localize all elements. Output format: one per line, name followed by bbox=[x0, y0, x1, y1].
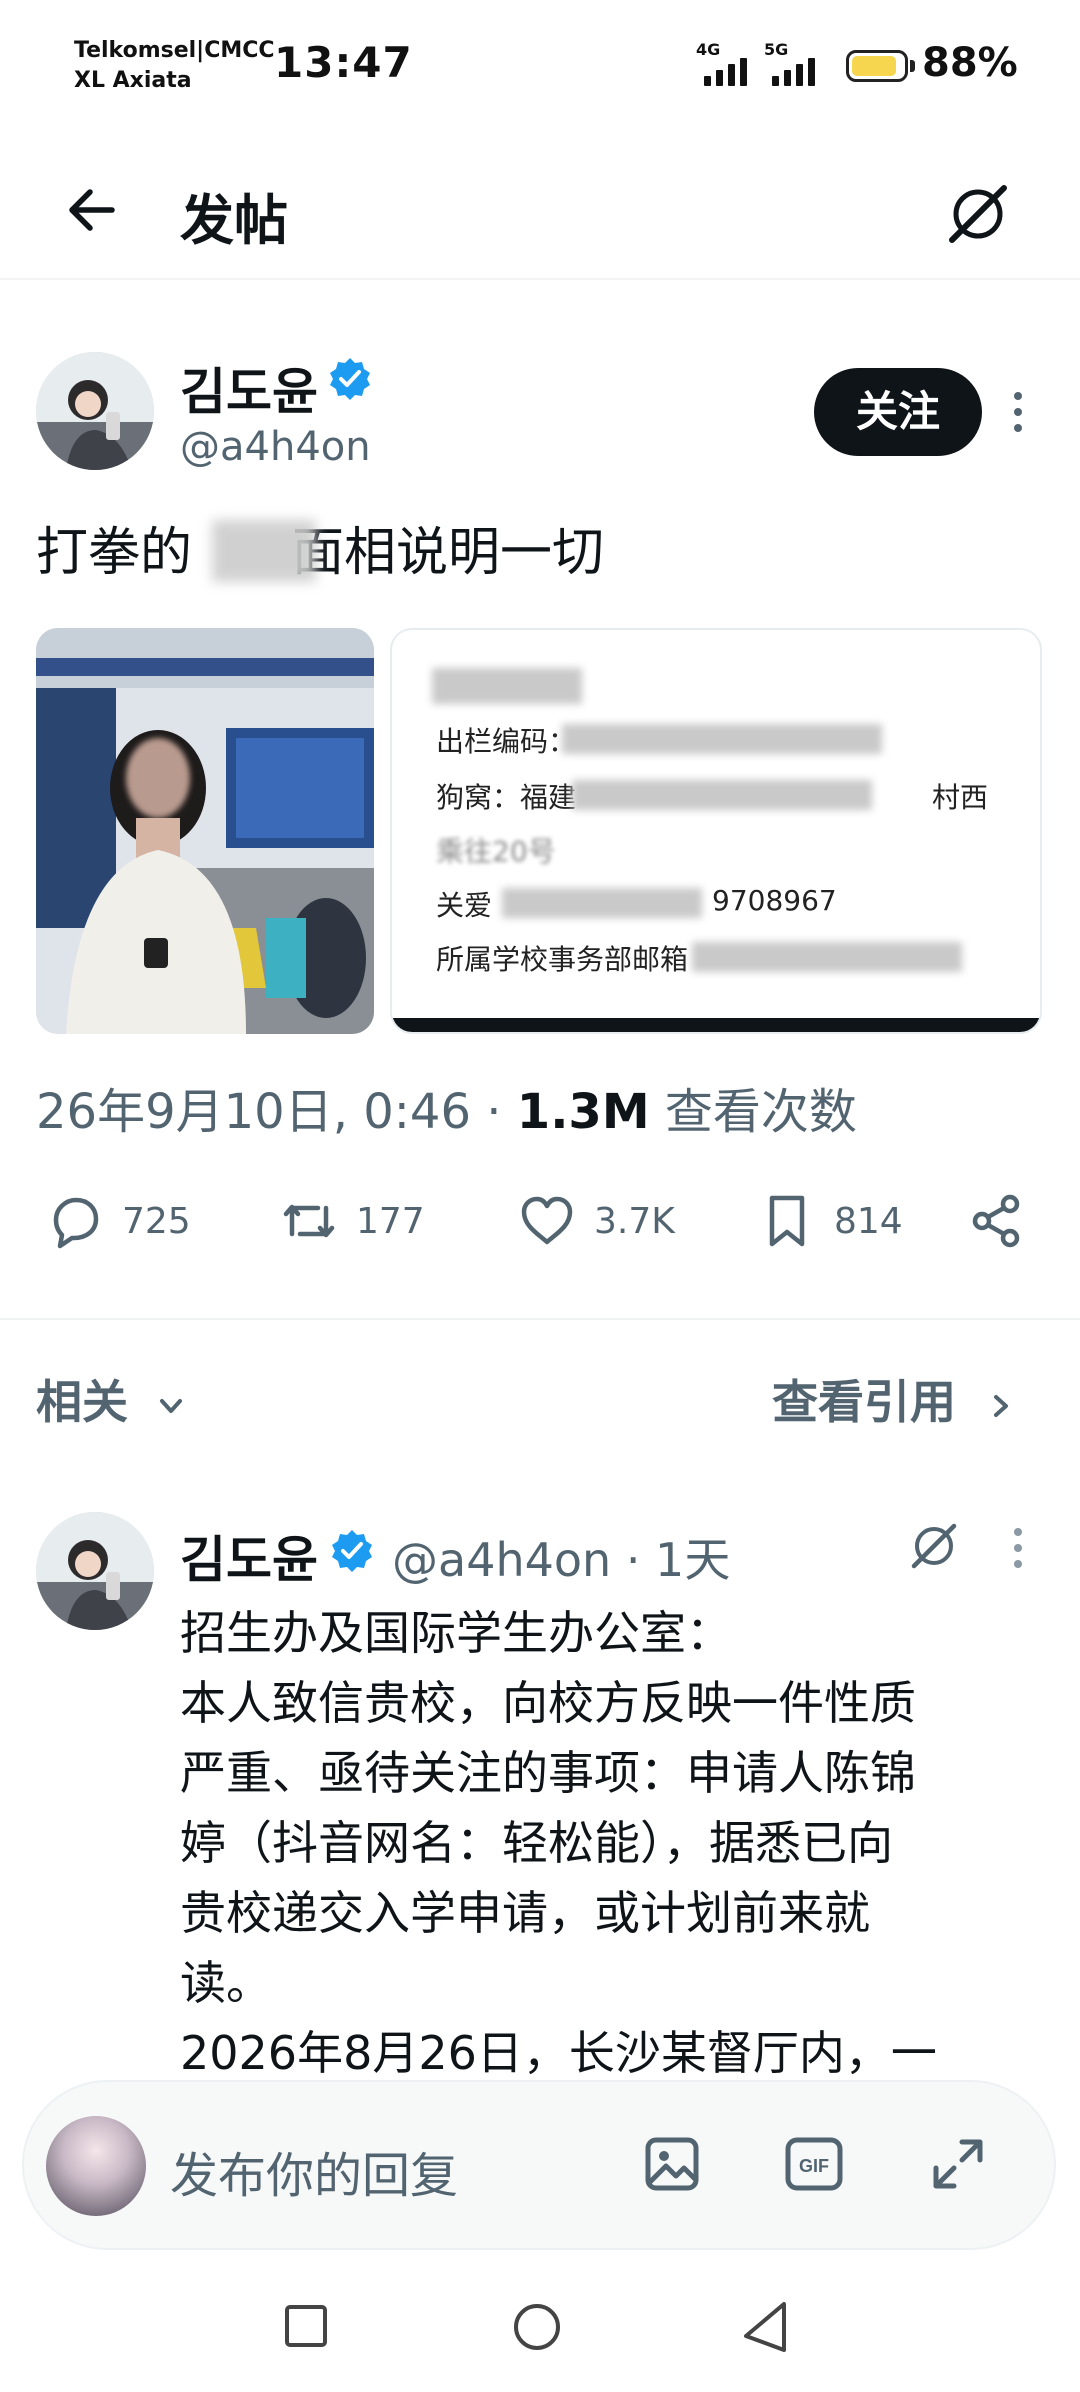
doc-line: 狗窝：福建 bbox=[436, 781, 577, 814]
cellular-signal-icon: 4G bbox=[696, 40, 752, 90]
verified-badge-icon bbox=[332, 1530, 372, 1572]
reply-time: · 1天 bbox=[625, 1533, 731, 1587]
back-arrow-icon[interactable] bbox=[62, 180, 122, 240]
cellular-signal-icon: 5G bbox=[764, 40, 826, 90]
view-quotes-link[interactable]: 查看引用 bbox=[772, 1366, 1018, 1432]
repost-button[interactable]: 177 bbox=[278, 1190, 425, 1252]
post-text: 打拳的 面相说明一切 bbox=[36, 523, 605, 583]
verified-badge-icon bbox=[330, 358, 370, 400]
header-divider bbox=[0, 278, 1080, 280]
doc-line: 村西 bbox=[932, 781, 989, 814]
chevron-right-icon bbox=[994, 1394, 1009, 1417]
expand-icon[interactable] bbox=[926, 2132, 990, 2196]
doc-line: 所属学校事务部邮箱 bbox=[436, 943, 689, 976]
reply-text: 招生办及国际学生办公室： 本人致信贵校，向校方反映一件性质 严重、亟待关注的事项… bbox=[180, 1606, 937, 2080]
section-divider bbox=[0, 1318, 1080, 1320]
repost-count: 177 bbox=[356, 1200, 425, 1242]
grok-icon[interactable] bbox=[906, 1518, 962, 1574]
doc-line: 9708967 bbox=[712, 884, 837, 917]
reply-button[interactable]: 725 bbox=[44, 1190, 191, 1252]
author-avatar[interactable] bbox=[36, 352, 154, 470]
doc-line: 出栏编码： bbox=[436, 725, 577, 758]
blurred-text bbox=[212, 520, 316, 582]
follow-button[interactable]: 关注 bbox=[814, 368, 982, 456]
carrier-label: Telkomsel|CMCC XL Axiata bbox=[74, 38, 275, 93]
share-icon bbox=[972, 1194, 1020, 1248]
svg-text:GIF: GIF bbox=[799, 2156, 829, 2176]
home-icon[interactable] bbox=[512, 2302, 562, 2352]
back-nav-icon[interactable] bbox=[740, 2300, 790, 2354]
more-options-icon[interactable] bbox=[1012, 392, 1024, 440]
battery-cap bbox=[910, 60, 915, 72]
user-avatar[interactable] bbox=[46, 2116, 146, 2216]
like-button[interactable]: 3.7K bbox=[516, 1190, 675, 1252]
post-meta: 26年9月10日, 0:46 · 1.3M 查看次数 bbox=[36, 1084, 857, 1140]
reply-author-name[interactable]: 김도윤 bbox=[180, 1520, 318, 1592]
doc-line: 关爱 bbox=[436, 889, 493, 922]
heart-icon bbox=[521, 1196, 573, 1245]
reply-icon bbox=[53, 1197, 99, 1249]
status-time: 13:47 bbox=[274, 38, 413, 87]
grok-icon[interactable] bbox=[942, 178, 1014, 250]
battery-percent: 88% bbox=[922, 40, 1018, 86]
reply-author-handle[interactable]: @a4h4on · 1天 bbox=[392, 1524, 730, 1590]
chevron-down-icon bbox=[160, 1398, 183, 1413]
more-options-icon[interactable] bbox=[1012, 1528, 1024, 1576]
post-image-document[interactable]: 出栏编码： 狗窝：福建 村西 乘往20号 关爱 9708967 所属学校事务部邮… bbox=[390, 628, 1042, 1034]
doc-line: 乘往20号 bbox=[436, 835, 556, 868]
reply-input[interactable]: 发布你的回复 bbox=[170, 2136, 458, 2206]
page-title: 发帖 bbox=[180, 189, 288, 252]
view-count: 1.3M bbox=[516, 1084, 650, 1140]
battery-icon bbox=[846, 50, 908, 82]
reply-author-avatar[interactable] bbox=[36, 1512, 154, 1630]
bookmark-count: 814 bbox=[834, 1200, 903, 1242]
gif-icon[interactable]: GIF bbox=[782, 2132, 846, 2196]
reply-count: 725 bbox=[122, 1200, 191, 1242]
post-actions: 725 177 3.7K 814 bbox=[36, 1190, 1046, 1270]
bookmark-button[interactable]: 814 bbox=[756, 1190, 903, 1252]
recent-apps-icon[interactable] bbox=[284, 2304, 328, 2348]
author-name[interactable]: 김도윤 bbox=[180, 352, 318, 424]
post-image-person[interactable] bbox=[36, 628, 374, 1034]
like-count: 3.7K bbox=[594, 1200, 675, 1242]
repost-icon bbox=[283, 1204, 335, 1238]
image-icon[interactable] bbox=[640, 2132, 704, 2196]
share-button[interactable] bbox=[966, 1190, 1028, 1252]
author-handle[interactable]: @a4h4on bbox=[180, 424, 371, 470]
related-toggle[interactable]: 相关 bbox=[36, 1366, 188, 1432]
bookmark-icon bbox=[769, 1195, 805, 1247]
